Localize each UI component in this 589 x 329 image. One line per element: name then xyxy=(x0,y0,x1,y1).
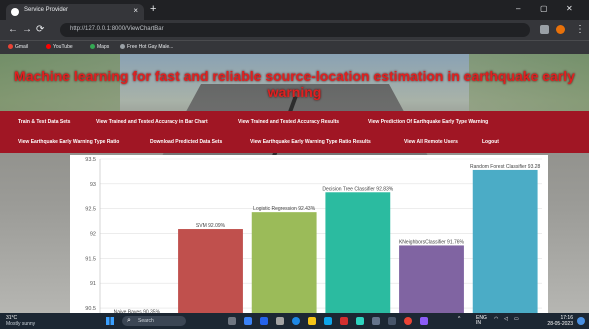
chart-svg: 93.59392.59291.59190.5Naive Bayes 90.35%… xyxy=(85,157,542,313)
chart-bar xyxy=(325,192,391,313)
address-url: http://127.0.0.1:8000/ViewChartBar xyxy=(70,26,164,32)
weather-widget[interactable]: 31°C Mostly sunny xyxy=(6,315,35,327)
file-explorer-icon[interactable] xyxy=(308,317,316,325)
chart-ytick-label: 90.5 xyxy=(85,306,96,312)
weather-desc: Mostly sunny xyxy=(6,321,36,327)
extensions-icon[interactable] xyxy=(540,25,549,34)
bookmark-maps[interactable]: Maps xyxy=(90,44,109,50)
tab-title: Service Provider xyxy=(24,7,69,13)
new-tab-button[interactable]: + xyxy=(150,4,156,15)
chart-data-label: KNeighborsClassifier 91.76% xyxy=(399,239,465,245)
app-icon[interactable] xyxy=(420,317,428,325)
volume-icon[interactable]: ◁ xyxy=(504,316,508,322)
wifi-icon[interactable]: ◠ xyxy=(494,316,498,322)
browser-tab-bar: Service Provider × + – ▢ ✕ xyxy=(0,0,589,20)
nav-accuracy-bar-chart[interactable]: View Trained and Tested Accuracy in Bar … xyxy=(96,119,208,125)
notification-icon[interactable] xyxy=(577,317,585,325)
bookmark-gmail[interactable]: Gmail xyxy=(8,44,28,50)
app-icon[interactable] xyxy=(260,317,268,325)
forward-icon[interactable]: → xyxy=(22,24,32,35)
browser-tab[interactable]: Service Provider × xyxy=(6,4,144,20)
nav-prediction[interactable]: View Prediction Of Earthquake Early Type… xyxy=(368,119,488,125)
chart-ytick-label: 91 xyxy=(90,281,96,287)
bookmark-link[interactable]: Free Hot Gay Male... xyxy=(120,44,173,50)
bookmark-youtube[interactable]: YouTube xyxy=(46,44,73,50)
address-bar[interactable]: http://127.0.0.1:8000/ViewChartBar xyxy=(60,23,530,37)
chart-bar xyxy=(399,245,464,313)
nav-logout[interactable]: Logout xyxy=(482,139,499,145)
reload-icon[interactable]: ⟳ xyxy=(36,24,44,35)
nav-warning-type-ratio[interactable]: View Earthquake Early Warning Type Ratio xyxy=(18,139,119,145)
nav-download-datasets[interactable]: Download Predicted Data Sets xyxy=(150,139,222,145)
app-icon[interactable] xyxy=(388,317,396,325)
windows-start-icon[interactable] xyxy=(106,317,114,325)
tab-favicon-icon xyxy=(11,8,19,16)
browser-toolbar: ← → ⟳ http://127.0.0.1:8000/ViewChartBar… xyxy=(0,20,589,40)
tray-chevron-icon[interactable]: ^ xyxy=(458,316,460,322)
chart-data-label: SVM 92.09% xyxy=(196,223,226,229)
chart-bar xyxy=(178,229,243,313)
search-placeholder: Search xyxy=(138,318,154,324)
main-nav: Train & Test Data Sets View Trained and … xyxy=(0,111,589,153)
chart-data-label: Logistic Regression 92.43% xyxy=(253,206,316,212)
chart-ytick-label: 93 xyxy=(90,182,96,188)
nav-train-test[interactable]: Train & Test Data Sets xyxy=(18,119,70,125)
chart-data-label: Decision Tree Classifier 92.83% xyxy=(322,186,393,192)
taskbar-search[interactable]: ⌕ Search xyxy=(122,316,186,326)
chart-ytick-label: 93.5 xyxy=(85,157,96,163)
page-content: Machine learning for fast and reliable s… xyxy=(0,54,589,313)
app-icon[interactable] xyxy=(372,317,380,325)
accuracy-bar-chart: 93.5 93 92.5 92 91.5 91 90.5 Naive Bayes 90.35%… xyxy=(70,155,548,313)
nav-remote-users[interactable]: View All Remote Users xyxy=(404,139,458,145)
tray-language[interactable]: ENG IN xyxy=(476,316,487,326)
chart-bar xyxy=(472,169,538,313)
tab-close-icon[interactable]: × xyxy=(133,6,138,15)
minimize-button[interactable]: – xyxy=(516,4,520,13)
back-icon[interactable]: ← xyxy=(8,24,18,35)
task-view-icon[interactable] xyxy=(228,317,236,325)
chart-bar xyxy=(251,212,317,313)
chart-ytick-label: 91.5 xyxy=(85,256,96,262)
maximize-button[interactable]: ▢ xyxy=(540,4,548,13)
battery-icon[interactable]: ▭ xyxy=(514,316,519,322)
app-icon[interactable] xyxy=(340,317,348,325)
nav-ratio-results[interactable]: View Earthquake Early Warning Type Ratio… xyxy=(250,139,371,145)
profile-avatar-icon[interactable] xyxy=(556,25,565,34)
edge-icon[interactable] xyxy=(292,317,300,325)
close-window-button[interactable]: ✕ xyxy=(566,4,573,13)
app-icon[interactable] xyxy=(356,317,364,325)
store-icon[interactable] xyxy=(324,317,332,325)
page-title: Machine learning for fast and reliable s… xyxy=(14,68,575,100)
app-icon[interactable] xyxy=(276,317,284,325)
nav-accuracy-results[interactable]: View Trained and Tested Accuracy Results xyxy=(238,119,339,125)
search-icon: ⌕ xyxy=(127,317,131,324)
chat-icon[interactable] xyxy=(244,317,252,325)
chrome-icon[interactable] xyxy=(404,317,412,325)
bookmarks-bar: Gmail YouTube Maps Free Hot Gay Male... xyxy=(0,40,589,54)
chart-ytick-label: 92.5 xyxy=(85,207,96,213)
menu-icon[interactable]: ⋮ xyxy=(575,24,585,35)
taskbar-clock[interactable]: 17:16 28-05-2023 xyxy=(547,315,573,327)
chart-data-label: Random Forest Classifier 93.28 xyxy=(470,164,541,170)
clock-date: 28-05-2023 xyxy=(547,321,573,327)
windows-taskbar: 31°C Mostly sunny ⌕ Search ^ ENG IN ◠ ◁ ▭… xyxy=(0,313,589,329)
chart-ytick-label: 92 xyxy=(90,232,96,238)
